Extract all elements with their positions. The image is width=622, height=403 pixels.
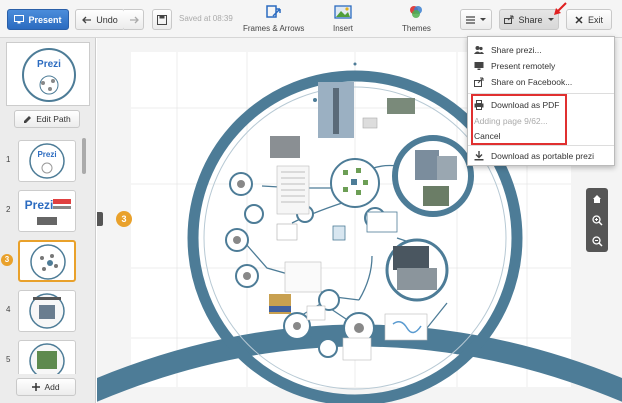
share-dropdown-menu: Share prezi... Present remotely Share on…: [467, 36, 615, 166]
active-slide-badge: 3: [1, 254, 13, 266]
plus-icon: [32, 383, 41, 391]
zoom-out-button[interactable]: [586, 231, 608, 251]
saved-status: Saved at 08:39: [179, 14, 233, 23]
slide-thumbnail: [18, 290, 76, 332]
redo-button[interactable]: [124, 9, 144, 30]
zoom-in-button[interactable]: [586, 210, 608, 230]
zoom-controls: [586, 188, 608, 252]
insert-tool[interactable]: Insert: [333, 4, 353, 33]
present-button[interactable]: Present: [7, 9, 69, 30]
sidebar-scrollbar[interactable]: [82, 138, 86, 174]
slide-number: 5: [6, 355, 11, 364]
exit-label: Exit: [587, 14, 603, 25]
menu-item-present-remotely[interactable]: Present remotely: [474, 59, 555, 73]
save-icon: [157, 14, 167, 25]
menu-item-label: Download as portable prezi: [491, 151, 595, 161]
slide-thumbnail: Prezi: [18, 140, 76, 182]
slide-item-4[interactable]: 4: [0, 288, 96, 334]
slide-item-3[interactable]: 3: [0, 238, 96, 284]
share-button[interactable]: Share: [499, 9, 559, 30]
slide-title: Prezi: [25, 198, 54, 212]
slide-thumbnail: [18, 240, 76, 282]
add-label: Add: [44, 382, 60, 392]
slide-item-5[interactable]: 5: [0, 338, 96, 374]
share-icon: [504, 15, 514, 24]
slide-number: 1: [6, 155, 11, 164]
chevron-down-icon: [547, 17, 554, 21]
zoom-in-icon: [591, 214, 603, 226]
slide-number: 4: [6, 305, 11, 314]
insert-image-icon: [334, 5, 352, 19]
frames-arrows-tool[interactable]: Frames & Arrows: [243, 4, 304, 33]
share-label: Share: [518, 14, 543, 25]
pencil-icon: [24, 115, 32, 123]
themes-icon: [410, 6, 423, 18]
home-icon: [593, 195, 601, 203]
insert-label: Insert: [333, 24, 354, 33]
frames-arrows-icon: [265, 5, 281, 18]
menu-item-label: Share on Facebook...: [491, 77, 573, 87]
menu-separator: [468, 145, 614, 146]
edit-path-label: Edit Path: [36, 114, 71, 124]
frames-arrows-label: Frames & Arrows: [243, 24, 305, 33]
menu-item-share-prezi[interactable]: Share prezi...: [474, 43, 542, 57]
slide-thumbnail: [18, 340, 76, 374]
exit-button[interactable]: Exit: [566, 9, 612, 30]
menu-item-download-portable[interactable]: Download as portable prezi: [474, 149, 594, 163]
home-button[interactable]: [586, 189, 608, 209]
zoom-out-icon: [591, 235, 603, 247]
undo-label: Undo: [96, 14, 118, 25]
slide-thumbnail: Prezi: [18, 190, 76, 232]
people-icon: [474, 46, 484, 54]
red-highlight-box: [471, 94, 567, 145]
monitor-icon: [14, 15, 25, 24]
redo-icon: [129, 16, 139, 23]
slide-item-2[interactable]: 2 Prezi: [0, 188, 96, 234]
menu-item-label: Share prezi...: [491, 45, 542, 55]
present-label: Present: [28, 14, 62, 25]
hamburger-icon: [466, 15, 475, 24]
overview-thumbnail[interactable]: Prezi: [6, 42, 90, 106]
edit-path-button[interactable]: Edit Path: [14, 110, 80, 128]
menu-item-share-facebook[interactable]: Share on Facebook...: [474, 75, 572, 89]
menu-button[interactable]: [460, 9, 492, 30]
path-step-badge: 3: [116, 211, 132, 227]
close-icon: [575, 15, 583, 24]
themes-label: Themes: [402, 24, 431, 33]
download-icon: [474, 151, 484, 161]
overview-title: Prezi: [37, 59, 61, 70]
red-arrow-annotation-icon: [554, 2, 567, 15]
save-button[interactable]: [152, 9, 172, 30]
themes-tool[interactable]: Themes: [402, 4, 431, 33]
add-slide-button[interactable]: Add: [16, 378, 76, 396]
slide-number: 2: [6, 205, 11, 214]
slide-title: Prezi: [37, 150, 56, 159]
monitor-icon: [474, 62, 484, 70]
slide-sidebar: Prezi Edit Path 1 Prezi 2 Prezi 3 4 5 Ad…: [0, 38, 96, 403]
share-icon: [474, 77, 484, 87]
menu-item-label: Present remotely: [491, 61, 556, 71]
top-toolbar: Present Undo Saved at 08:39 Frames & Arr…: [0, 0, 622, 38]
chevron-down-icon: [480, 17, 486, 21]
undo-button[interactable]: Undo: [75, 9, 125, 30]
undo-icon: [82, 16, 92, 23]
sidebar-collapse-handle[interactable]: [97, 212, 103, 226]
